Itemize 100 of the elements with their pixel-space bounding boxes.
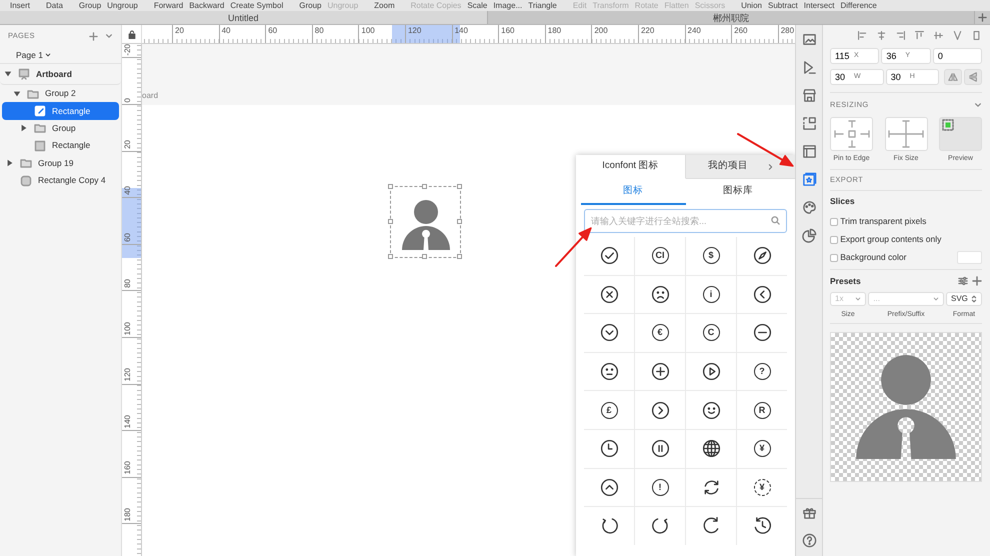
toolbar-item[interactable]: Group bbox=[299, 0, 322, 11]
color-swatch[interactable] bbox=[957, 251, 982, 264]
toolbar-item[interactable]: Backward bbox=[189, 0, 224, 11]
layer-row[interactable]: Rectangle bbox=[2, 102, 119, 120]
plus-icon[interactable] bbox=[89, 32, 98, 40]
palette-icon[interactable] bbox=[802, 200, 816, 214]
resize-icon[interactable] bbox=[802, 116, 816, 130]
caret-right-icon[interactable] bbox=[6, 159, 14, 168]
toolbar-item[interactable]: Union bbox=[741, 0, 762, 11]
circled-symbol-icon: i bbox=[702, 286, 720, 303]
toolbar-item[interactable]: Zoom bbox=[374, 0, 395, 11]
caret-right-icon[interactable] bbox=[20, 124, 28, 132]
caret-down-icon[interactable] bbox=[13, 90, 21, 98]
toolbar-item[interactable]: Group bbox=[78, 0, 102, 11]
storefront-icon[interactable] bbox=[802, 88, 816, 102]
icon-tile[interactable]: ! bbox=[635, 468, 685, 506]
toolbar-item[interactable]: Subtract bbox=[768, 0, 798, 11]
resize-handle[interactable] bbox=[456, 254, 462, 258]
lock-icon[interactable] bbox=[128, 30, 136, 38]
layer-row[interactable]: Rectangle Copy 4 bbox=[2, 172, 119, 190]
chevron-down-icon[interactable] bbox=[105, 32, 113, 40]
number-field[interactable]: 0 bbox=[932, 48, 982, 64]
toolbar-item[interactable]: Create Symbol bbox=[230, 0, 284, 11]
icon-tile[interactable] bbox=[737, 314, 787, 352]
layer-row[interactable]: Group 2 bbox=[2, 85, 119, 102]
sub-tab[interactable]: 图标库 bbox=[686, 179, 790, 205]
document-tab[interactable]: 郴州职院 bbox=[488, 11, 975, 24]
help-icon[interactable] bbox=[802, 532, 816, 548]
icon-tile[interactable] bbox=[686, 468, 736, 506]
selection-frame[interactable] bbox=[390, 186, 461, 258]
format-stepper[interactable]: SVG bbox=[946, 292, 982, 306]
star-frame-icon[interactable] bbox=[802, 172, 816, 186]
image-icon[interactable] bbox=[802, 32, 816, 46]
icon-tile[interactable] bbox=[737, 276, 787, 314]
icon-tile[interactable] bbox=[584, 468, 634, 506]
toolbar-item[interactable]: Intersect bbox=[804, 0, 834, 11]
panel-tab[interactable]: Iconfont 图标 bbox=[576, 155, 686, 179]
icon-tile[interactable] bbox=[584, 314, 634, 352]
ruler-number: 180 bbox=[548, 26, 562, 35]
search-icon[interactable] bbox=[771, 216, 780, 225]
caret-down-icon[interactable] bbox=[4, 70, 12, 78]
flip-vertical-button[interactable] bbox=[964, 68, 982, 84]
page-selector[interactable]: Page 1 bbox=[16, 48, 52, 62]
toolbar-item[interactable]: Data bbox=[46, 0, 63, 11]
checkbox[interactable] bbox=[830, 218, 838, 226]
checkbox[interactable] bbox=[830, 254, 838, 262]
resize-handle[interactable] bbox=[388, 218, 392, 224]
icon-tile[interactable]: ? bbox=[737, 352, 787, 390]
sub-tab[interactable]: 图标 bbox=[580, 179, 686, 205]
icon-tile[interactable]: CI bbox=[635, 237, 685, 275]
icon-tile[interactable]: R bbox=[737, 391, 787, 429]
icon-tile[interactable] bbox=[635, 391, 685, 429]
plus-icon[interactable] bbox=[972, 276, 982, 286]
toolbar-item[interactable]: Difference bbox=[840, 0, 877, 11]
icon-tile[interactable] bbox=[584, 276, 634, 314]
search-field[interactable]: 请输入关键字进行全站搜索... bbox=[584, 209, 787, 233]
chevron-down-icon bbox=[932, 296, 939, 302]
icon-tile[interactable]: £ bbox=[584, 391, 634, 429]
resize-handle[interactable] bbox=[422, 184, 427, 188]
layer-row[interactable]: Rectangle bbox=[2, 137, 119, 155]
icon-tile[interactable] bbox=[635, 507, 685, 545]
icon-tile[interactable]: ¥ bbox=[737, 430, 787, 468]
resize-handle[interactable] bbox=[456, 218, 462, 224]
document-tab[interactable]: Untitled bbox=[0, 11, 488, 24]
toolbar-item[interactable]: Image... bbox=[493, 0, 522, 11]
layer-row[interactable]: Artboard bbox=[0, 64, 121, 85]
toolbar-item[interactable]: Scale bbox=[467, 0, 488, 11]
toolbar-item[interactable]: Triangle bbox=[528, 0, 557, 11]
icon-tile[interactable]: ¥ bbox=[737, 468, 787, 506]
resize-handle[interactable] bbox=[422, 254, 427, 258]
flip-horizontal-button[interactable] bbox=[944, 68, 962, 84]
icon-tile[interactable] bbox=[635, 352, 685, 390]
chevron-down-icon[interactable] bbox=[974, 100, 982, 109]
gift-icon[interactable] bbox=[802, 505, 816, 520]
icon-tile[interactable] bbox=[686, 391, 736, 429]
layout-icon[interactable] bbox=[802, 144, 816, 158]
panel-tab[interactable]: 我的项目 bbox=[686, 155, 795, 179]
toolbar-item[interactable]: Forward bbox=[154, 0, 184, 11]
layer-row[interactable]: Group 19 bbox=[2, 154, 119, 172]
icon-tile[interactable] bbox=[635, 430, 685, 468]
icon-tile[interactable]: $ bbox=[686, 237, 736, 275]
sliders-icon[interactable] bbox=[958, 276, 968, 286]
plus-icon[interactable] bbox=[978, 13, 987, 22]
toolbar-item[interactable]: Insert bbox=[10, 0, 30, 11]
icon-tile[interactable] bbox=[686, 352, 736, 390]
checkbox[interactable] bbox=[830, 236, 838, 244]
pie-chart-icon[interactable] bbox=[802, 228, 816, 242]
resize-handle[interactable] bbox=[388, 254, 392, 258]
icon-tile[interactable] bbox=[686, 507, 736, 545]
icon-tile[interactable] bbox=[686, 430, 736, 468]
toolbar-item[interactable]: Ungroup bbox=[107, 0, 138, 11]
icon-tile[interactable] bbox=[584, 430, 634, 468]
icon-tile[interactable]: i bbox=[686, 276, 736, 314]
layer-row[interactable]: Group bbox=[2, 120, 119, 138]
icon-tile[interactable] bbox=[584, 352, 634, 390]
icon-tile[interactable] bbox=[635, 276, 685, 314]
icon-tile[interactable]: € bbox=[635, 314, 685, 352]
resize-handle[interactable] bbox=[388, 184, 392, 188]
resize-handle[interactable] bbox=[456, 184, 462, 188]
icon-tile[interactable]: C bbox=[686, 314, 736, 352]
